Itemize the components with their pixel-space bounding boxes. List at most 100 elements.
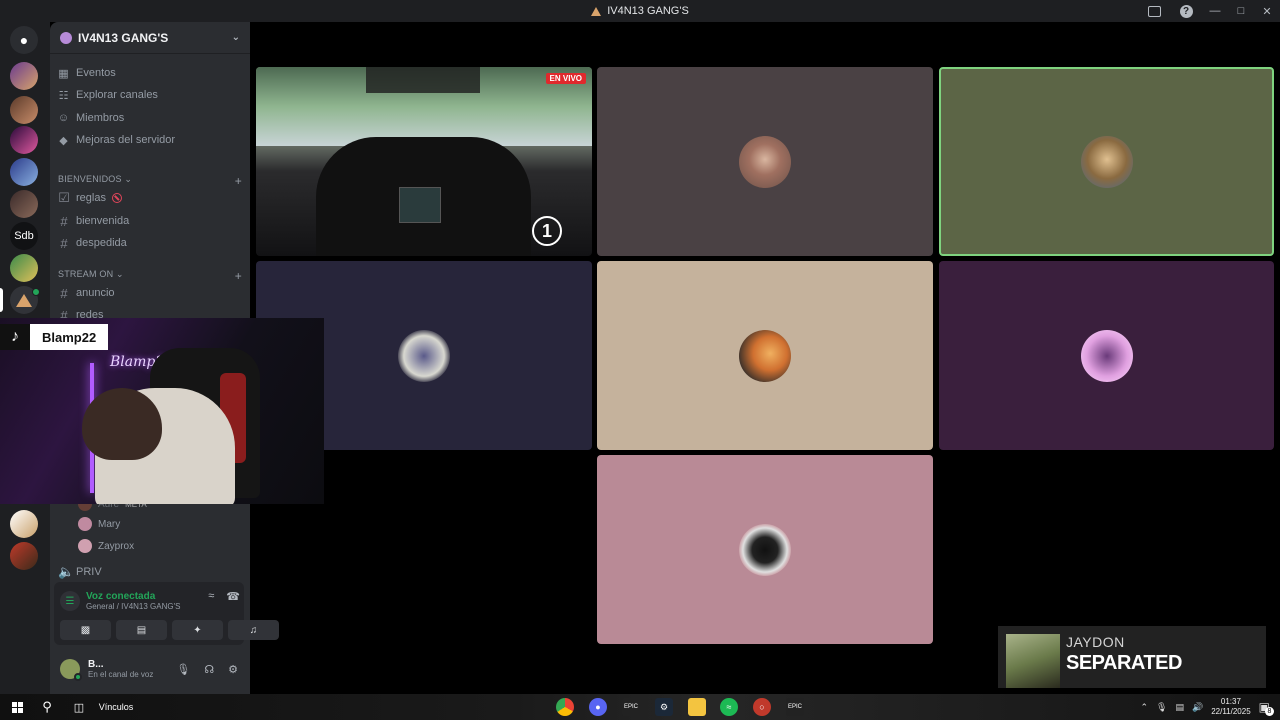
tiktok-tag: ♪ Blamp22 [0, 324, 109, 350]
channel-anuncio[interactable]: # anuncio [58, 283, 114, 303]
voice-user-mary[interactable]: Mary [78, 515, 120, 533]
avatar [739, 523, 791, 576]
server-icon[interactable] [10, 96, 38, 124]
server-icon[interactable] [10, 126, 38, 154]
obs-icon[interactable]: ○ [753, 698, 771, 716]
avatar [78, 539, 92, 553]
hash-icon: # [60, 285, 68, 301]
links-toolbar[interactable]: Vínculos [96, 698, 136, 716]
notification-icon[interactable]: ▣ 8 [1259, 700, 1274, 716]
inbox-button[interactable] [1138, 0, 1170, 22]
gear-icon[interactable]: ⚙ [228, 663, 238, 676]
stream-tile-game[interactable]: EN VIVO 1 [256, 67, 592, 256]
race-position: 1 [532, 216, 562, 246]
spotify-icon[interactable]: ≈ [720, 698, 738, 716]
screen-share-button[interactable]: ▤ [116, 620, 167, 640]
microphone-icon[interactable]: 🎙 [176, 663, 190, 676]
add-channel-icon[interactable]: + [235, 269, 242, 283]
camera-off-button[interactable]: ▩ [60, 620, 111, 640]
voice-channel-priv[interactable]: 🔈 PRIV [58, 562, 102, 582]
category-bienvenidos[interactable]: BIENVENIDOS ⌄ + [58, 174, 242, 188]
server-icon[interactable] [10, 542, 38, 570]
avatar [739, 135, 791, 188]
microphone-icon[interactable]: 🎙 [1156, 702, 1167, 713]
online-status-icon [74, 673, 82, 681]
channel-reglas[interactable]: ☑ reglas [58, 188, 122, 208]
menu-server-boost[interactable]: ◆ Mejoras del servidor [58, 130, 175, 150]
server-header[interactable]: IV4N13 GANG'S ⌄ [50, 22, 250, 54]
notification-count: 8 [1265, 707, 1274, 716]
members-icon: ☺ [57, 112, 70, 124]
avatar [78, 517, 92, 531]
disconnect-icon[interactable]: ☎ [226, 590, 240, 603]
network-icon[interactable]: ▤ [1175, 702, 1184, 713]
song-title: SEPARATED [1066, 652, 1182, 674]
menu-members[interactable]: ☺ Miembros [58, 108, 124, 128]
add-channel-icon[interactable]: + [235, 174, 242, 188]
server-icon[interactable] [10, 158, 38, 186]
server-icon-sdb[interactable]: Sdb [10, 222, 38, 250]
epic-games-icon[interactable]: EPIC [622, 698, 640, 716]
channel-despedida[interactable]: # despedida [58, 233, 126, 253]
calendar-icon: ▦ [58, 67, 69, 80]
menu-events[interactable]: ▦ Eventos [58, 63, 115, 83]
clock[interactable]: 01:37 22/11/2025 [1211, 697, 1250, 717]
avatar [1080, 135, 1133, 188]
epic-games-icon[interactable]: EPIC [786, 698, 804, 716]
server-icon[interactable] [10, 510, 38, 538]
search-icon[interactable]: ⚲ [38, 698, 56, 716]
maximize-button[interactable]: □ [1228, 0, 1254, 22]
task-view-icon[interactable]: ◫ [70, 698, 88, 716]
tiktok-icon: ♪ [0, 324, 30, 350]
windows-start-icon[interactable] [8, 698, 26, 716]
activities-icon: ✦ [193, 624, 202, 636]
boost-icon: ◆ [59, 134, 68, 147]
discord-icon[interactable]: ● [589, 698, 607, 716]
server-icon[interactable] [10, 62, 38, 90]
category-stream-on[interactable]: STREAM ON ⌄ + [58, 269, 242, 283]
user-panel: B... En el canal de voz 🎙 ☊ ⚙ [54, 652, 244, 686]
now-playing-overlay: JAYDON SEPARATED [998, 626, 1266, 688]
system-tray: ⌃ 🎙 ▤ 🔊 01:37 22/11/2025 ▣ 8 [1140, 694, 1280, 720]
participant-tile[interactable] [597, 455, 933, 644]
chevron-down-icon: ⌄ [113, 269, 124, 279]
participant-tile[interactable] [597, 67, 933, 256]
help-button[interactable]: ? [1170, 0, 1202, 22]
noise-suppression-icon[interactable]: ≈ [208, 590, 214, 603]
notification-badge [32, 288, 40, 296]
dashboard-screen [399, 187, 441, 223]
file-explorer-icon[interactable] [688, 698, 706, 716]
screen-share-icon: ▤ [136, 624, 147, 636]
discord-home-icon[interactable]: ● [10, 26, 38, 54]
activities-button[interactable]: ✦ [172, 620, 223, 640]
channel-bienvenida[interactable]: # bienvenida [58, 211, 129, 231]
artist-name: JAYDON [1066, 634, 1125, 650]
server-icon[interactable] [10, 190, 38, 218]
voice-user-zayprox[interactable]: Zayprox [78, 537, 134, 555]
minimize-button[interactable]: — [1202, 0, 1228, 22]
hash-icon: # [60, 235, 68, 251]
steam-icon[interactable]: ⚙ [655, 698, 673, 716]
avatar[interactable] [60, 659, 82, 681]
voice-channel-path[interactable]: General / IV4N13 GANG'S [86, 602, 180, 611]
no-entry-icon [111, 193, 122, 203]
server-icon[interactable] [10, 254, 38, 282]
signal-icon[interactable]: ☰ [60, 591, 80, 611]
volume-icon[interactable]: 🔊 [1192, 702, 1203, 713]
chrome-icon[interactable] [556, 698, 574, 716]
headphones-icon[interactable]: ☊ [204, 663, 214, 676]
race-hud [366, 67, 480, 93]
server-logo-icon [16, 293, 32, 307]
close-button[interactable]: ✕ [1254, 0, 1280, 22]
chevron-up-icon[interactable]: ⌃ [1140, 702, 1148, 713]
soundboard-button[interactable]: ♫ [228, 620, 279, 640]
tiktok-username: Blamp22 [30, 324, 109, 350]
participant-tile-speaking[interactable] [939, 67, 1274, 256]
hash-icon: # [60, 213, 68, 229]
username[interactable]: B... [88, 659, 153, 670]
menu-browse-channels[interactable]: ☷ Explorar canales [58, 85, 158, 105]
server-logo-icon [591, 6, 602, 16]
avatar [1080, 329, 1133, 382]
participant-tile[interactable] [597, 261, 933, 450]
participant-tile[interactable] [939, 261, 1274, 450]
